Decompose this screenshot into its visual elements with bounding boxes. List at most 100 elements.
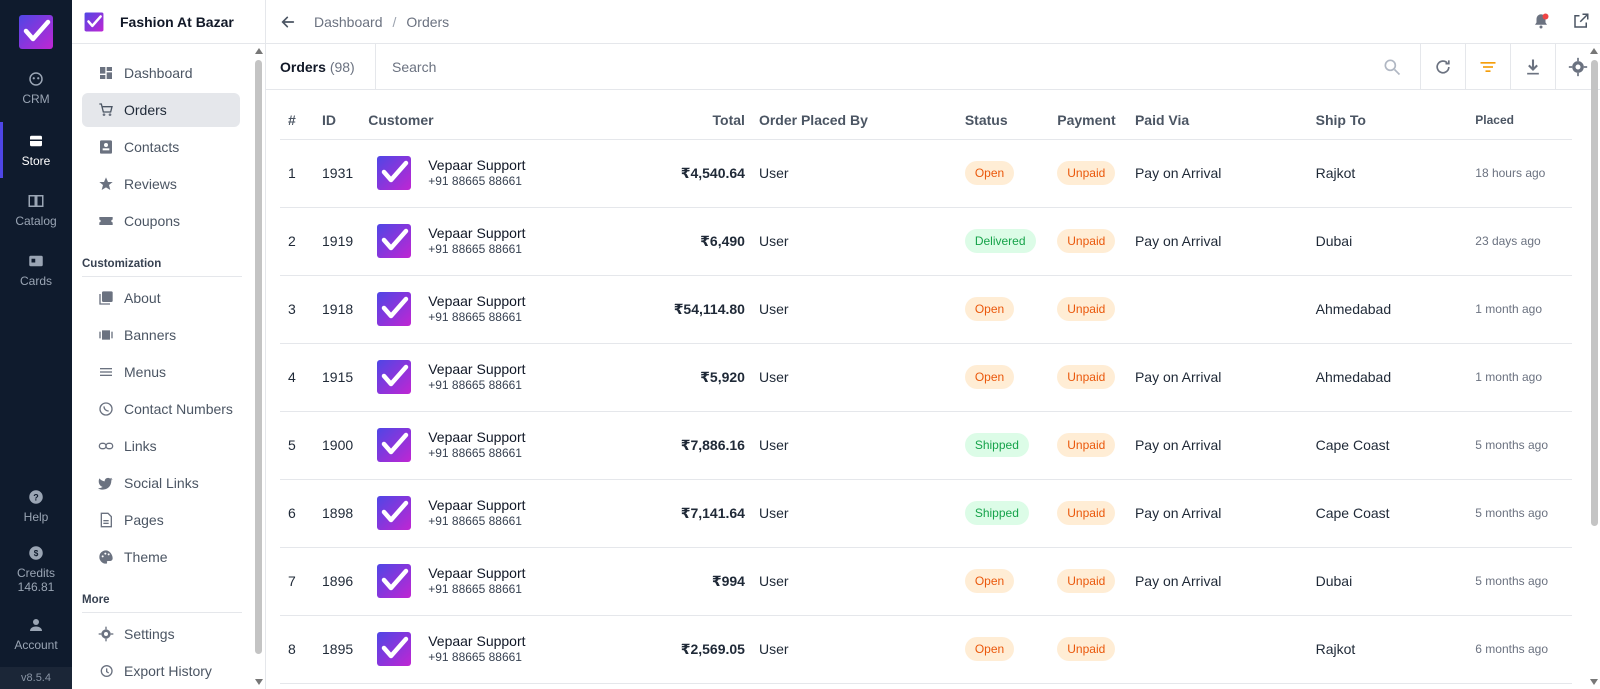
search-icon[interactable]: [1382, 57, 1402, 77]
sidebar-item-menus[interactable]: Menus: [82, 355, 240, 389]
table-row[interactable]: 2 1919 Vepaar Support +91 88665 88661 ₹6,490…: [280, 207, 1572, 276]
sidebar-item-pages[interactable]: Pages: [82, 503, 240, 537]
status-badge: Delivered: [964, 229, 1036, 253]
customer-cell[interactable]: Vepaar Support +91 88665 88661: [368, 207, 621, 276]
open-external-icon[interactable]: [1572, 12, 1590, 30]
status-badge: Shipped: [964, 433, 1029, 457]
rail-item-store[interactable]: Store: [0, 122, 72, 178]
rail-item-cards[interactable]: Cards: [0, 242, 72, 298]
table-row[interactable]: 6 1898 Vepaar Support +91 88665 88661 ₹7,141…: [280, 479, 1572, 548]
back-arrow-icon[interactable]: [280, 14, 296, 30]
order-id[interactable]: 1896: [322, 547, 369, 616]
payment-badge: Unpaid: [1057, 637, 1116, 661]
col-header-customer[interactable]: Customer: [368, 101, 621, 140]
payment-badge: Unpaid: [1057, 569, 1116, 593]
customer-cell[interactable]: Vepaar Support +91 88665 88661: [368, 479, 621, 548]
customer-name: Vepaar Support: [428, 497, 526, 513]
col-header-placed-by[interactable]: Order Placed By: [758, 101, 965, 140]
sidebar-item-social-links[interactable]: Social Links: [82, 466, 240, 500]
order-id[interactable]: 1915: [322, 343, 369, 412]
status-badge: Open: [964, 297, 1015, 321]
ship-to: Cape Coast: [1315, 479, 1476, 548]
sidebar-item-theme[interactable]: Theme: [82, 540, 240, 574]
rail-item-help[interactable]: ? Help: [0, 478, 72, 534]
customer-cell[interactable]: Vepaar Support +91 88665 88661: [368, 139, 621, 208]
table-row[interactable]: 1 1931 Vepaar Support +91 88665 88661 ₹4,540…: [280, 139, 1572, 208]
customer-phone: +91 88665 88661: [428, 582, 522, 596]
col-header-num[interactable]: #: [280, 101, 323, 140]
payment-cell: Unpaid: [1057, 615, 1135, 684]
order-id[interactable]: 1900: [322, 411, 369, 480]
col-header-total[interactable]: Total: [620, 101, 759, 140]
customer-cell[interactable]: Vepaar Support +91 88665 88661: [368, 275, 621, 344]
order-id[interactable]: 1895: [322, 615, 369, 684]
table-header-row: # ID Customer Total Order Placed By Stat…: [280, 101, 1572, 140]
col-header-placed[interactable]: Placed: [1475, 101, 1572, 140]
rail-item-catalog[interactable]: Catalog: [0, 182, 72, 238]
col-header-id[interactable]: ID: [322, 101, 369, 140]
sidebar-item-banners[interactable]: Banners: [82, 318, 240, 352]
customer-cell[interactable]: Vepaar Support +91 88665 88661: [368, 411, 621, 480]
sidebar-item-about[interactable]: About: [82, 281, 240, 315]
table-row[interactable]: 4 1915 Vepaar Support +91 88665 88661 ₹5,920…: [280, 343, 1572, 412]
status-cell: Shipped: [964, 411, 1058, 480]
col-header-ship-to[interactable]: Ship To: [1315, 101, 1476, 140]
about-icon: [99, 291, 113, 305]
topbar-actions: [1532, 12, 1590, 30]
bell-icon[interactable]: [1532, 12, 1550, 30]
col-header-status[interactable]: Status: [964, 101, 1058, 140]
rail-item-credits[interactable]: $ Credits 146.81: [0, 538, 72, 600]
filter-button[interactable]: [1465, 43, 1510, 90]
table-row[interactable]: 3 1918 Vepaar Support +91 88665 88661 ₹54,11…: [280, 275, 1572, 344]
sidebar-item-reviews[interactable]: Reviews: [82, 167, 240, 201]
sidebar-item-settings[interactable]: Settings: [82, 617, 240, 651]
order-total: ₹5,920: [620, 343, 759, 412]
customer-cell[interactable]: Vepaar Support +91 88665 88661: [368, 615, 621, 684]
main-scroll-up[interactable]: [1590, 48, 1598, 54]
customer-cell[interactable]: Vepaar Support +91 88665 88661: [368, 343, 621, 412]
col-header-paid-via[interactable]: Paid Via: [1134, 101, 1316, 140]
sidebar-item-export-history[interactable]: Export History: [82, 654, 240, 688]
order-id[interactable]: 1919: [322, 207, 369, 276]
app-logo-icon[interactable]: [18, 14, 54, 50]
rail-label: Catalog: [15, 214, 57, 228]
customer-cell[interactable]: Vepaar Support +91 88665 88661: [368, 547, 621, 616]
customer-phone: +91 88665 88661: [428, 174, 522, 188]
order-total: ₹6,490: [620, 207, 759, 276]
customer-name: Vepaar Support: [428, 157, 526, 173]
refresh-button[interactable]: [1420, 43, 1465, 90]
gear-icon: [98, 626, 114, 642]
main-scroll-down[interactable]: [1590, 679, 1598, 685]
sidebar-scrollbar[interactable]: [255, 60, 262, 654]
main-content: Dashboard / Orders Orders (98) Search # …: [266, 0, 1600, 689]
table-row[interactable]: 5 1900 Vepaar Support +91 88665 88661 ₹7,886…: [280, 411, 1572, 480]
sidebar-item-dashboard[interactable]: Dashboard: [82, 56, 240, 90]
order-id[interactable]: 1918: [322, 275, 369, 344]
rail-item-account[interactable]: Account: [0, 606, 72, 662]
row-number: 5: [280, 411, 323, 480]
search-input[interactable]: [376, 43, 1382, 90]
sidebar-scroll-up[interactable]: [255, 48, 263, 54]
ship-to: Rajkot: [1315, 615, 1476, 684]
sidebar-item-contacts[interactable]: Contacts: [82, 130, 240, 164]
table-row[interactable]: 7 1896 Vepaar Support +91 88665 88661 ₹994 Us…: [280, 547, 1572, 616]
main-scrollbar[interactable]: [1591, 60, 1598, 526]
order-id[interactable]: 1931: [322, 139, 369, 208]
store-brand[interactable]: Fashion At Bazar: [72, 0, 265, 44]
col-header-payment[interactable]: Payment: [1057, 101, 1135, 140]
sidebar-item-links[interactable]: Links: [82, 429, 240, 463]
sidebar-item-contact-numbers[interactable]: Contact Numbers: [82, 392, 240, 426]
download-button[interactable]: [1510, 43, 1555, 90]
breadcrumb-dashboard[interactable]: Dashboard: [314, 14, 383, 30]
payment-badge: Unpaid: [1057, 297, 1116, 321]
sidebar-scroll-down[interactable]: [255, 679, 263, 685]
sidebar-item-orders[interactable]: Orders: [82, 93, 240, 127]
sidebar-item-coupons[interactable]: Coupons: [82, 204, 240, 238]
order-id[interactable]: 1898: [322, 479, 369, 548]
rail-item-crm[interactable]: CRM: [0, 60, 72, 116]
svg-text:?: ?: [33, 492, 39, 502]
credits-icon: $: [29, 546, 43, 560]
table-row[interactable]: 8 1895 Vepaar Support +91 88665 88661 ₹2,569…: [280, 615, 1572, 684]
rail-label: Cards: [19, 274, 52, 288]
row-number: 8: [280, 615, 323, 684]
